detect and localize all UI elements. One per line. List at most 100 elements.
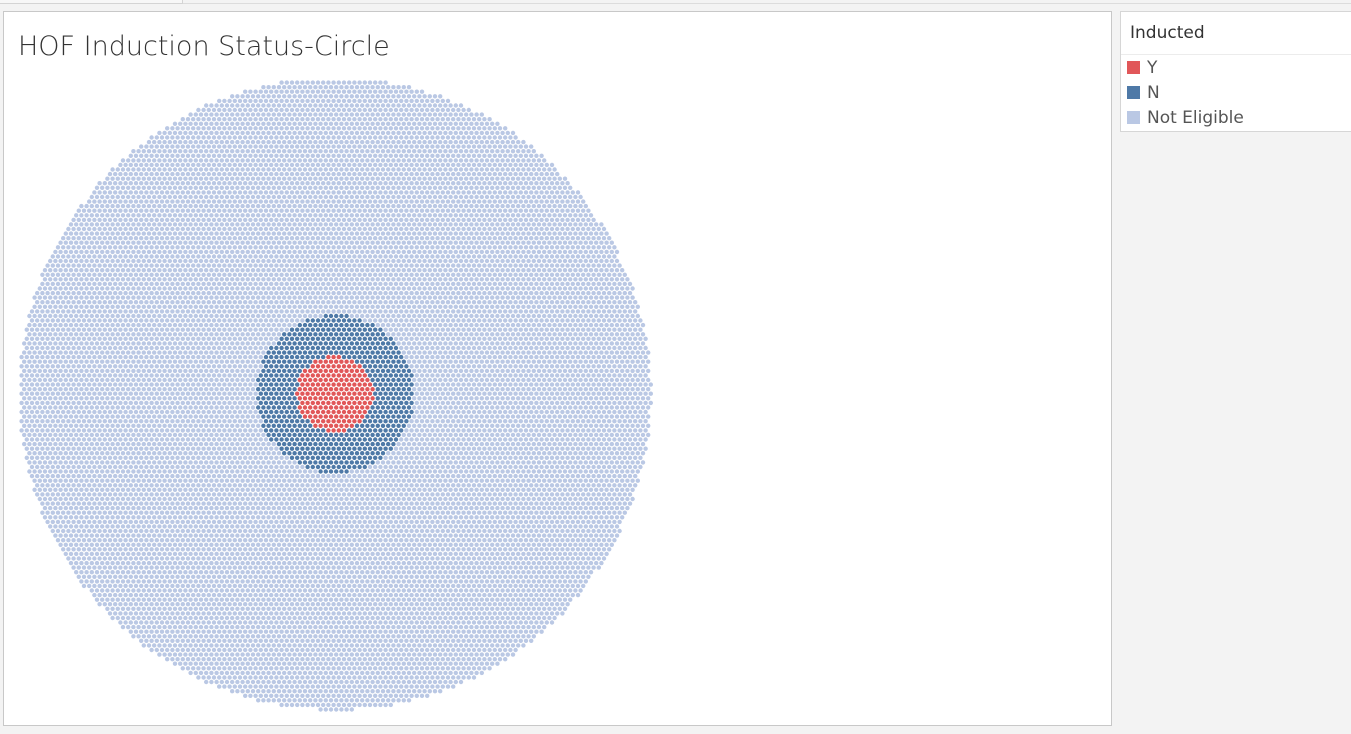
dot-mark[interactable] xyxy=(139,181,144,186)
dot-mark[interactable] xyxy=(422,185,427,190)
dot-mark[interactable] xyxy=(500,130,505,136)
dot-mark[interactable] xyxy=(282,268,287,273)
dot-mark[interactable] xyxy=(596,236,601,241)
dot-mark[interactable] xyxy=(456,135,461,140)
dot-mark[interactable] xyxy=(458,213,464,218)
dot-mark[interactable] xyxy=(482,153,487,158)
dot-mark[interactable] xyxy=(344,185,349,190)
dot-mark[interactable] xyxy=(401,130,406,136)
dot-mark[interactable] xyxy=(401,268,406,273)
dot-mark[interactable] xyxy=(531,286,536,291)
dot-mark[interactable] xyxy=(232,190,237,195)
dot-mark[interactable] xyxy=(133,208,139,213)
dot-mark[interactable] xyxy=(263,281,269,287)
dot-mark[interactable] xyxy=(505,313,510,319)
dot-mark[interactable] xyxy=(482,217,487,223)
dot-mark[interactable] xyxy=(180,162,185,168)
dot-mark[interactable] xyxy=(510,139,516,145)
dot-mark[interactable] xyxy=(404,318,409,323)
dot-mark[interactable] xyxy=(453,130,458,136)
dot-mark[interactable] xyxy=(495,222,500,227)
dot-mark[interactable] xyxy=(328,258,334,264)
dot-mark[interactable] xyxy=(474,304,479,309)
dot-mark[interactable] xyxy=(367,89,373,94)
dot-mark[interactable] xyxy=(417,240,422,245)
dot-mark[interactable] xyxy=(180,245,185,250)
dot-mark[interactable] xyxy=(471,217,477,223)
dot-mark[interactable] xyxy=(513,327,518,332)
dot-mark[interactable] xyxy=(235,167,240,172)
dot-mark[interactable] xyxy=(211,236,217,241)
dot-mark[interactable] xyxy=(612,272,617,277)
dot-mark[interactable] xyxy=(614,249,620,255)
dot-mark[interactable] xyxy=(479,121,484,127)
dot-mark[interactable] xyxy=(370,277,375,282)
dot-mark[interactable] xyxy=(165,135,170,140)
dot-mark[interactable] xyxy=(383,181,388,186)
dot-mark[interactable] xyxy=(547,176,552,181)
dot-mark[interactable] xyxy=(414,226,419,232)
dot-mark[interactable] xyxy=(256,203,261,209)
dot-mark[interactable] xyxy=(477,226,482,232)
dot-mark[interactable] xyxy=(224,258,230,264)
dot-mark[interactable] xyxy=(165,272,170,277)
dot-mark[interactable] xyxy=(430,300,435,305)
dot-mark[interactable] xyxy=(289,171,295,177)
dot-mark[interactable] xyxy=(448,121,453,127)
dot-mark[interactable] xyxy=(539,208,544,213)
dot-mark[interactable] xyxy=(427,185,432,190)
dot-mark[interactable] xyxy=(516,240,521,245)
dot-mark[interactable] xyxy=(287,249,292,255)
dot-mark[interactable] xyxy=(497,208,503,213)
dot-mark[interactable] xyxy=(237,190,243,195)
dot-mark[interactable] xyxy=(183,130,188,136)
dot-mark[interactable] xyxy=(562,277,568,282)
dot-mark[interactable] xyxy=(282,277,287,282)
dot-mark[interactable] xyxy=(284,300,289,305)
dot-mark[interactable] xyxy=(107,226,113,232)
dot-mark[interactable] xyxy=(344,286,349,291)
dot-mark[interactable] xyxy=(591,318,596,323)
dot-mark[interactable] xyxy=(196,208,201,213)
dot-mark[interactable] xyxy=(362,272,367,277)
dot-mark[interactable] xyxy=(539,217,544,223)
dot-mark[interactable] xyxy=(253,327,258,332)
dot-mark[interactable] xyxy=(578,304,583,309)
dot-mark[interactable] xyxy=(245,121,250,127)
dot-mark[interactable] xyxy=(253,208,258,213)
dot-mark[interactable] xyxy=(126,268,131,273)
dot-mark[interactable] xyxy=(308,185,313,190)
dot-mark[interactable] xyxy=(214,167,219,172)
dot-mark[interactable] xyxy=(45,272,50,277)
dot-mark[interactable] xyxy=(326,290,331,296)
dot-mark[interactable] xyxy=(292,277,297,282)
dot-mark[interactable] xyxy=(204,130,209,136)
dot-mark[interactable] xyxy=(263,309,269,314)
dot-mark[interactable] xyxy=(131,258,136,264)
dot-mark[interactable] xyxy=(630,322,635,328)
dot-mark[interactable] xyxy=(453,249,458,255)
dot-mark[interactable] xyxy=(40,309,45,314)
dot-mark[interactable] xyxy=(339,167,344,172)
dot-mark[interactable] xyxy=(230,203,235,209)
dot-mark[interactable] xyxy=(89,258,95,264)
dot-mark[interactable] xyxy=(245,222,250,227)
dot-mark[interactable] xyxy=(323,94,328,99)
dot-mark[interactable] xyxy=(448,112,453,117)
dot-mark[interactable] xyxy=(425,181,430,186)
dot-mark[interactable] xyxy=(102,290,108,296)
dot-mark[interactable] xyxy=(357,245,362,250)
dot-mark[interactable] xyxy=(422,304,427,309)
dot-mark[interactable] xyxy=(536,304,542,309)
dot-mark[interactable] xyxy=(180,226,185,232)
dot-mark[interactable] xyxy=(175,318,180,323)
dot-mark[interactable] xyxy=(167,322,172,328)
dot-mark[interactable] xyxy=(406,322,412,328)
dot-mark[interactable] xyxy=(269,226,274,232)
dot-mark[interactable] xyxy=(269,107,274,113)
dot-mark[interactable] xyxy=(425,236,430,241)
dot-mark[interactable] xyxy=(432,240,438,245)
dot-mark[interactable] xyxy=(224,295,230,300)
dot-mark[interactable] xyxy=(269,263,274,268)
dot-mark[interactable] xyxy=(211,254,217,259)
